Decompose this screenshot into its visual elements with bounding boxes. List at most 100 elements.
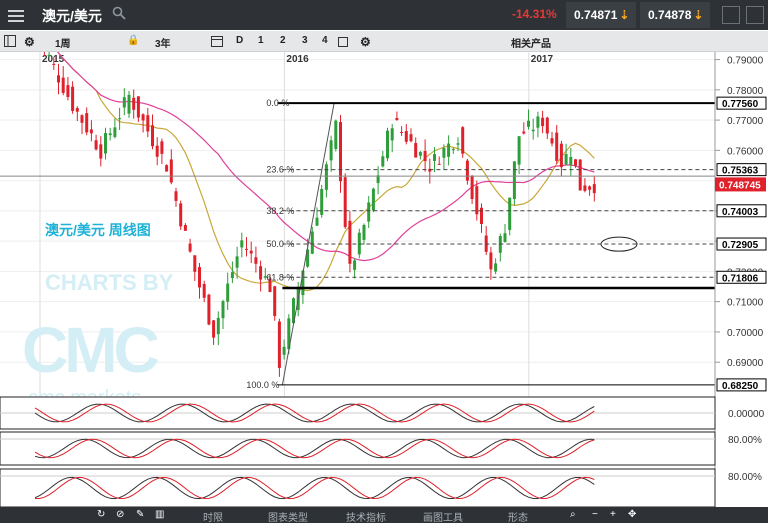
trash-icon[interactable]: ▥ xyxy=(155,509,164,520)
candle-body xyxy=(569,157,573,166)
candle-body xyxy=(437,163,441,165)
candle-body xyxy=(508,197,512,230)
year-label: 2016 xyxy=(286,54,309,65)
candle-body xyxy=(99,144,103,159)
candle-body xyxy=(456,143,460,145)
tab-drawing-tools[interactable]: 画图工具 xyxy=(423,509,463,524)
candle-body xyxy=(259,266,263,280)
candle-body xyxy=(536,116,540,128)
candle-body xyxy=(127,94,131,114)
tab-timeframe[interactable]: 时限 xyxy=(203,509,223,524)
zoom-icon[interactable]: ⌕ xyxy=(570,509,576,520)
view-1[interactable]: 1 xyxy=(258,35,264,46)
candle-body xyxy=(230,272,234,279)
candle-body xyxy=(202,284,206,298)
indicator-level-label: 80.00% xyxy=(728,435,762,446)
pencil-icon[interactable]: ✎ xyxy=(136,509,144,520)
candle-body xyxy=(564,153,568,165)
view-2[interactable]: 2 xyxy=(280,35,286,46)
candle-body xyxy=(193,255,197,272)
popout-icon[interactable] xyxy=(722,6,740,24)
chart-area[interactable]: CHARTS BY CMC cmc markets 201520162017 0… xyxy=(0,26,768,508)
candle-body xyxy=(254,257,258,264)
candle-body xyxy=(282,346,286,355)
candle-body xyxy=(545,117,549,134)
candle-body xyxy=(113,127,117,137)
panel-icon[interactable] xyxy=(4,35,16,47)
tick-label: 0.78000 xyxy=(727,86,764,97)
candle-body xyxy=(550,138,554,144)
candle-body xyxy=(104,133,107,154)
search-icon[interactable] xyxy=(112,6,126,20)
candle-body xyxy=(362,224,366,240)
chart-settings-icon[interactable]: ⚙ xyxy=(360,35,371,49)
candle-body xyxy=(423,151,427,162)
candle-body xyxy=(226,283,230,302)
tick-label: 0.77000 xyxy=(727,116,764,127)
candle-body xyxy=(409,134,413,142)
view-4[interactable]: 4 xyxy=(322,35,328,46)
candle-body xyxy=(183,225,187,231)
candle-body xyxy=(381,156,385,167)
candle-body xyxy=(400,132,404,134)
candle-body xyxy=(80,115,84,123)
buy-price-button[interactable]: 0.74878 ⇣ xyxy=(640,2,710,28)
tab-patterns[interactable]: 形态 xyxy=(508,509,528,524)
sell-price-button[interactable]: 0.74871 ⇣ xyxy=(566,2,636,28)
candle-body xyxy=(583,185,587,191)
refresh-icon[interactable]: ↻ xyxy=(97,509,105,520)
candle-body xyxy=(155,145,159,157)
fib-level-label: 61.8 % xyxy=(266,272,294,282)
view-d[interactable]: D xyxy=(236,35,243,46)
candle-body xyxy=(470,176,474,199)
candle-body xyxy=(151,125,154,147)
price-label: 0.71806 xyxy=(722,273,759,284)
candle-body xyxy=(221,301,225,319)
zoom-in-icon[interactable]: + xyxy=(610,509,616,520)
candle-body xyxy=(118,118,122,120)
no-icon[interactable]: ⊘ xyxy=(116,509,124,520)
tick-label: 0.71000 xyxy=(727,298,764,309)
related-products-button[interactable]: 相关产品 xyxy=(511,35,551,50)
tab-chart-type[interactable]: 图表类型 xyxy=(268,509,308,524)
close-icon[interactable] xyxy=(746,6,764,24)
tab-indicators[interactable]: 技术指标 xyxy=(346,509,386,524)
candle-body xyxy=(522,131,526,134)
top-bar: 澳元/美元 -14.31% 0.74871 ⇣ 0.74878 ⇣ xyxy=(0,0,768,30)
price-chart[interactable]: CHARTS BY CMC cmc markets 201520162017 0… xyxy=(0,26,768,508)
candle-body xyxy=(353,260,357,270)
indicator-level-label: 0.00000 xyxy=(728,409,765,420)
candle-body xyxy=(198,267,201,288)
candle-body xyxy=(371,188,375,211)
indicator-level-label: 80.00% xyxy=(728,472,762,483)
move-icon[interactable]: ✥ xyxy=(628,509,636,520)
watermark: CHARTS BY CMC cmc markets xyxy=(22,270,174,409)
candle-body xyxy=(574,159,577,166)
period-selector[interactable]: 1周 xyxy=(55,35,71,50)
candle-body xyxy=(160,141,164,154)
tick-label: 0.70000 xyxy=(727,328,764,339)
candle-body xyxy=(47,54,51,56)
range-selector[interactable]: 3年 xyxy=(155,35,171,50)
zoom-out-icon[interactable]: − xyxy=(592,509,598,520)
indicator-panels: 0.00000 80.00% 80.00% xyxy=(0,396,765,508)
candle-body xyxy=(386,130,389,159)
layout-icon[interactable] xyxy=(338,35,350,47)
calendar-icon[interactable] xyxy=(211,35,223,47)
indicator-panel xyxy=(0,431,716,466)
candle-body xyxy=(339,122,342,182)
candle-body xyxy=(334,120,338,149)
candle-body xyxy=(517,136,521,165)
candle-body xyxy=(390,128,394,141)
candle-body xyxy=(75,108,79,112)
down-arrow-icon: ⇣ xyxy=(619,8,630,22)
settings-icon[interactable]: ⚙ xyxy=(24,35,35,49)
candle-body xyxy=(85,113,89,133)
view-3[interactable]: 3 xyxy=(302,35,308,46)
fib-level-label: 50.0 % xyxy=(266,239,294,249)
price-label: 0.74003 xyxy=(722,207,759,218)
menu-icon[interactable] xyxy=(8,7,24,23)
candle-body xyxy=(592,184,596,194)
lock-icon[interactable]: 🔒 xyxy=(127,35,139,46)
current-price-label: 0.748745 xyxy=(719,180,761,191)
